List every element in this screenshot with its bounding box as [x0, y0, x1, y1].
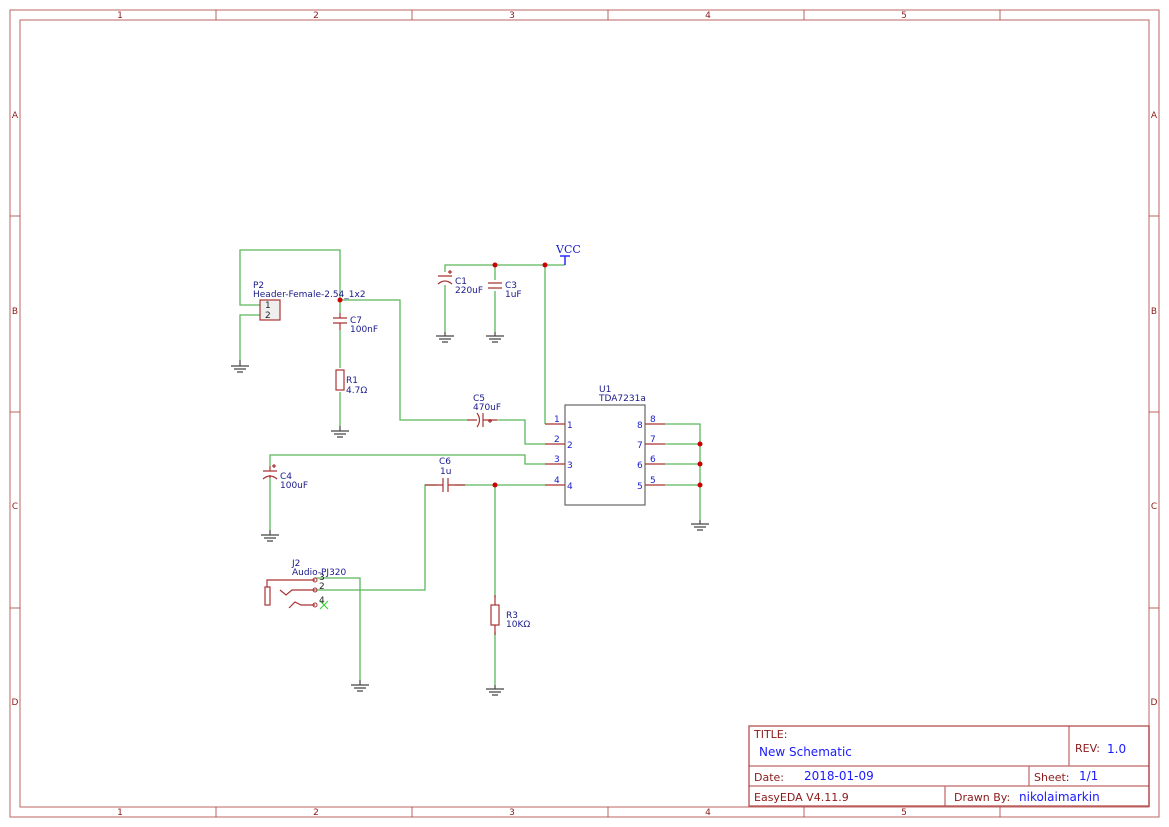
value-label: 4.7Ω — [346, 386, 367, 396]
date-label: Date: — [754, 771, 784, 784]
pin-number: 2 — [319, 582, 325, 592]
row-label: A — [12, 111, 19, 121]
column-label: 2 — [313, 11, 319, 21]
ref-label: R1 — [346, 376, 358, 386]
pin-name: 5 — [637, 482, 643, 492]
value-label: 100uF — [280, 481, 308, 491]
drawn-by-label: Drawn By: — [954, 791, 1010, 804]
column-label: 3 — [509, 11, 515, 21]
junction-dot — [542, 262, 548, 268]
rev-label: REV: — [1075, 742, 1100, 755]
value-label: Audio-PJ320 — [292, 568, 347, 578]
column-label: 1 — [117, 808, 123, 818]
pin-name: 3 — [567, 461, 573, 471]
net-label: VCC — [555, 243, 581, 256]
pin-number: 1 — [554, 415, 560, 425]
row-label: C — [12, 502, 18, 512]
sheet-label: Sheet: — [1034, 771, 1070, 784]
pin-name: 2 — [567, 441, 573, 451]
ground-icon — [351, 680, 369, 692]
row-label: D — [12, 698, 19, 708]
pin-number: 1 — [265, 301, 271, 311]
r1-resistor[interactable]: R1 4.7Ω — [335, 369, 367, 396]
ground-symbols — [231, 332, 709, 696]
ref-label: C6 — [439, 457, 451, 467]
pin-number: 2 — [554, 435, 560, 445]
ground-icon — [331, 426, 349, 438]
pin-number: 5 — [650, 476, 656, 486]
value-label: TDA7231a — [598, 394, 646, 404]
column-label: 4 — [705, 808, 711, 818]
u1-ic[interactable]: U1 TDA7231a 1 1 2 2 3 3 4 4 8 8 7 7 6 6 … — [545, 385, 665, 506]
pin-name: 1 — [567, 421, 573, 431]
value-label: 220uF — [455, 286, 483, 296]
drawn-by-value: nikolaimarkin — [1019, 790, 1100, 804]
pin-name: 4 — [567, 482, 573, 492]
vcc-power-flag[interactable]: VCC — [555, 243, 581, 265]
column-label: 3 — [509, 808, 515, 818]
ground-icon — [486, 332, 504, 343]
row-label: B — [1151, 307, 1157, 317]
pin-name: 6 — [637, 461, 643, 471]
pin-number: 4 — [554, 476, 560, 486]
ground-icon — [231, 360, 249, 373]
pin-number: 2 — [265, 311, 271, 321]
rev-value: 1.0 — [1107, 742, 1126, 756]
title-value: New Schematic — [759, 745, 852, 759]
value-label: 100nF — [350, 325, 378, 335]
software-label: EasyEDA V4.11.9 — [754, 791, 849, 804]
row-label: D — [1151, 698, 1158, 708]
junction-dot — [697, 482, 703, 488]
pin-number: 8 — [650, 415, 656, 425]
pin-number: 3 — [554, 455, 560, 465]
pin-number: 4 — [319, 596, 325, 606]
r3-resistor[interactable]: R3 10KΩ — [490, 595, 530, 635]
ground-icon — [486, 685, 504, 696]
c5-capacitor[interactable]: C5 470uF — [467, 394, 501, 428]
j2-audio-jack[interactable]: 3 2 4 J2 Audio-PJ320 — [264, 559, 347, 610]
title-block: TITLE: New Schematic REV: 1.0 Date: 2018… — [748, 725, 1150, 807]
pin-name: 8 — [637, 421, 643, 431]
value-label: 1u — [440, 467, 451, 477]
value-label: 10KΩ — [506, 620, 530, 630]
pin-name: 7 — [637, 441, 643, 451]
c3-capacitor[interactable]: C3 1uF — [488, 281, 522, 300]
pin-number: 7 — [650, 435, 656, 445]
junction-dot — [492, 262, 498, 268]
title-label: TITLE: — [753, 728, 787, 741]
date-value: 2018-01-09 — [804, 769, 874, 783]
ground-icon — [436, 332, 454, 343]
ground-icon — [691, 520, 709, 531]
column-label: 5 — [901, 808, 907, 818]
row-label: A — [1151, 111, 1158, 121]
column-label: 2 — [313, 808, 319, 818]
ground-icon — [261, 530, 279, 542]
p2-header[interactable]: 1 2 P2 Header-Female-2.54_1x2 — [253, 281, 366, 321]
column-label: 1 — [117, 11, 123, 21]
row-label: C — [1151, 502, 1157, 512]
sheet-value: 1/1 — [1079, 769, 1098, 783]
column-label: 5 — [901, 11, 907, 21]
junction-dot — [697, 461, 703, 467]
junction-dot — [697, 441, 703, 447]
c6-capacitor[interactable]: C6 1u — [425, 457, 465, 492]
column-label: 4 — [705, 11, 711, 21]
value-label: Header-Female-2.54_1x2 — [253, 290, 366, 300]
pin-number: 6 — [650, 455, 656, 465]
junction-dot — [492, 482, 498, 488]
value-label: 470uF — [473, 403, 501, 413]
schematic-canvas[interactable]: 1 2 3 4 5 1 2 3 4 5 A B C D A B C D 1 2 … — [0, 0, 1169, 827]
row-label: B — [12, 307, 18, 317]
value-label: 1uF — [505, 290, 522, 300]
